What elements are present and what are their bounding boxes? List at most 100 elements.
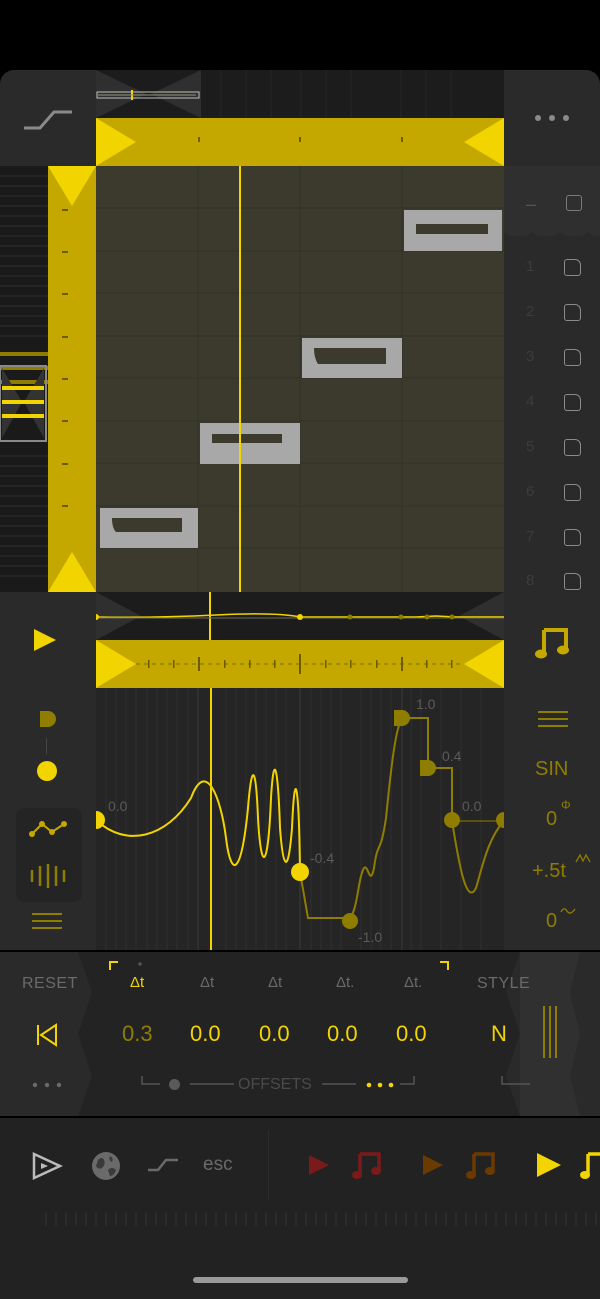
style-value[interactable]: N <box>491 1021 507 1047</box>
slot-button[interactable] <box>564 439 581 456</box>
lfo-curve-editor[interactable]: 0.0 -0.4 -1.0 1.0 0.4 0.0 <box>87 688 512 950</box>
curve-toggle-button[interactable] <box>146 1154 180 1176</box>
offsets-more-button[interactable] <box>364 1078 396 1090</box>
track-2-note-button[interactable] <box>464 1148 498 1182</box>
step-point-tool[interactable] <box>36 708 58 730</box>
style-label: STYLE <box>477 975 531 992</box>
play-icon <box>423 1155 443 1175</box>
offset-label: Δt. <box>404 974 423 991</box>
menu-lines-right-button[interactable] <box>536 708 570 730</box>
track-3-note-button[interactable] <box>578 1148 600 1182</box>
offsets-knob[interactable] <box>169 1079 180 1090</box>
play-icon <box>537 1153 561 1177</box>
step-curve-button[interactable] <box>18 100 78 136</box>
music-note-icon <box>580 1152 600 1179</box>
note-grid[interactable] <box>96 166 504 592</box>
phase-symbol: Φ <box>561 798 571 812</box>
reset-button[interactable] <box>34 1022 60 1048</box>
play-outline-icon <box>32 1152 63 1180</box>
point-label: 0.4 <box>442 748 462 764</box>
automation-overview[interactable] <box>93 592 504 640</box>
step-curve-icon <box>148 1158 178 1172</box>
slot-button[interactable] <box>564 304 581 321</box>
depth-wave-icon <box>560 902 576 914</box>
track-1-note-button[interactable] <box>350 1148 384 1182</box>
point-label: 1.0 <box>416 696 436 712</box>
skip-to-start-icon <box>37 1023 57 1047</box>
offset-value[interactable]: 0.0 <box>327 1021 358 1047</box>
smooth-point-tool[interactable] <box>37 761 57 781</box>
point-label: -1.0 <box>358 929 383 945</box>
offset-label: Δt <box>200 974 215 991</box>
style-bars-icon[interactable] <box>540 1004 560 1060</box>
home-indicator[interactable] <box>193 1277 408 1283</box>
offset-value[interactable]: 0.0 <box>190 1021 221 1047</box>
offset-value[interactable]: 0.3 <box>122 1021 153 1047</box>
track-2-play-button[interactable] <box>420 1152 446 1178</box>
point-label: 0.0 <box>462 798 482 814</box>
rate-wave-icon <box>575 850 591 863</box>
slot-number: 4 <box>526 393 535 410</box>
slot-number: 1 <box>526 258 535 275</box>
slot-button[interactable] <box>564 529 581 546</box>
offset-value[interactable]: 0.0 <box>259 1021 290 1047</box>
time-range-bar[interactable] <box>96 118 504 166</box>
slot-square-icon[interactable] <box>566 195 582 211</box>
waveform-type[interactable]: SIN <box>535 758 568 781</box>
point-label: -0.4 <box>310 850 335 866</box>
music-note-icon <box>466 1152 495 1179</box>
offset-value[interactable]: 0.0 <box>396 1021 427 1047</box>
automation-range-bar[interactable] <box>96 640 504 688</box>
send-button[interactable] <box>30 1150 64 1182</box>
offset-label: Δt. <box>336 974 355 991</box>
note-mode-button[interactable] <box>532 622 572 662</box>
slot-button[interactable] <box>564 259 581 276</box>
track-1-play-button[interactable] <box>306 1152 332 1178</box>
slot-number: 5 <box>526 438 535 455</box>
sequence-slots: – 1 2 3 4 5 6 7 8 <box>504 166 600 592</box>
slot-number: 8 <box>526 572 535 589</box>
pitch-range-bar[interactable] <box>48 166 96 592</box>
reset-more-button[interactable] <box>30 1078 64 1090</box>
offsets-title: OFFSETS <box>238 1076 312 1093</box>
ellipsis-icon <box>366 1082 394 1088</box>
slot-button[interactable] <box>564 573 581 590</box>
slot-button[interactable] <box>564 394 581 411</box>
globe-button[interactable] <box>90 1150 122 1182</box>
esc-button[interactable]: esc <box>203 1154 233 1176</box>
rate-value[interactable]: +.5t <box>532 860 566 883</box>
half-circle-point-icon <box>40 711 56 727</box>
slot-button[interactable] <box>564 484 581 501</box>
ellipsis-icon <box>32 1082 62 1088</box>
slot-number: 7 <box>526 528 535 545</box>
slot-number: 6 <box>526 483 535 500</box>
globe-icon <box>92 1152 120 1180</box>
menu-lines-left-button[interactable] <box>30 910 64 932</box>
music-note-icon <box>535 628 569 659</box>
offset-label: Δt <box>130 974 145 991</box>
play-button[interactable] <box>30 625 60 655</box>
music-note-icon <box>352 1152 381 1179</box>
timeline-overview[interactable] <box>96 70 504 118</box>
slot-number: 2 <box>526 303 535 320</box>
point-label: 0.0 <box>108 798 128 814</box>
step-curve-icon <box>24 110 72 130</box>
bottom-ruler <box>40 1208 600 1228</box>
depth-value[interactable]: 0 <box>546 910 557 933</box>
ellipsis-icon <box>535 115 569 121</box>
offset-label: Δt <box>268 974 283 991</box>
slot-minus[interactable]: – <box>526 194 536 215</box>
waveform-bars-icon <box>30 864 66 888</box>
menu-lines-icon <box>32 913 62 929</box>
curve-mode-button[interactable] <box>16 808 82 902</box>
node-curve-icon <box>29 821 67 837</box>
slot-button[interactable] <box>564 349 581 366</box>
slot-number: 3 <box>526 348 535 365</box>
phase-value[interactable]: 0 <box>546 808 557 831</box>
more-options-button[interactable] <box>530 108 574 128</box>
play-icon <box>309 1155 329 1175</box>
play-icon <box>34 629 56 651</box>
reset-label[interactable]: RESET <box>22 975 78 993</box>
keyboard-strip[interactable] <box>0 166 48 592</box>
track-3-play-button[interactable] <box>534 1150 564 1180</box>
